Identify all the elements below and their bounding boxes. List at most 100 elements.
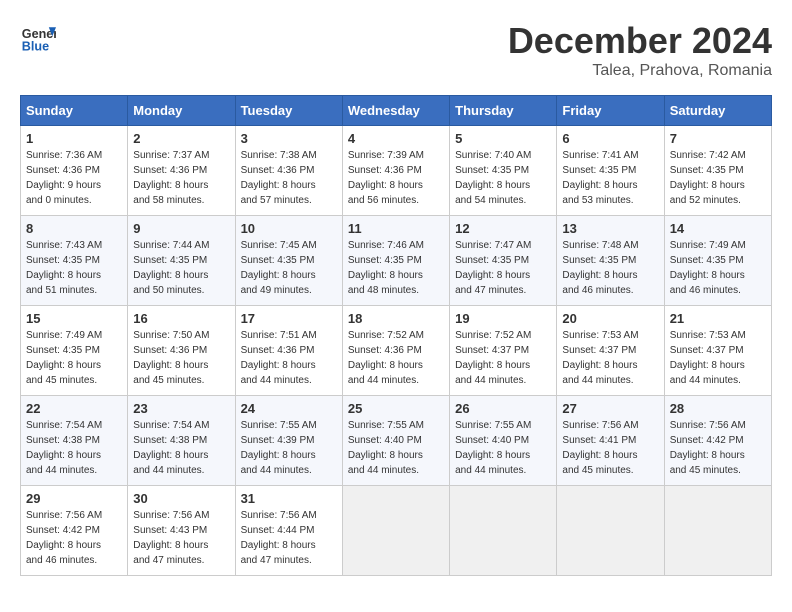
- calendar-week-row: 1Sunrise: 7:36 AM Sunset: 4:36 PM Daylig…: [21, 126, 772, 216]
- day-info: Sunrise: 7:50 AM Sunset: 4:36 PM Dayligh…: [133, 328, 229, 388]
- day-info: Sunrise: 7:48 AM Sunset: 4:35 PM Dayligh…: [562, 238, 658, 298]
- calendar-cell: [450, 486, 557, 576]
- header-saturday: Saturday: [664, 96, 771, 126]
- day-info: Sunrise: 7:49 AM Sunset: 4:35 PM Dayligh…: [670, 238, 766, 298]
- calendar-cell: 4 Sunrise: 7:39 AM Sunset: 4:36 PM Daylig…: [342, 126, 449, 216]
- day-info: Sunrise: 7:56 AM Sunset: 4:42 PM Dayligh…: [670, 418, 766, 478]
- header-wednesday: Wednesday: [342, 96, 449, 126]
- day-number: 10: [241, 221, 337, 236]
- day-number: 4: [348, 131, 444, 146]
- day-number: 29: [26, 491, 122, 506]
- day-number: 14: [670, 221, 766, 236]
- day-info: Sunrise: 7:56 AM Sunset: 4:44 PM Dayligh…: [241, 508, 337, 568]
- day-number: 18: [348, 311, 444, 326]
- day-number: 19: [455, 311, 551, 326]
- day-info: Sunrise: 7:56 AM Sunset: 4:41 PM Dayligh…: [562, 418, 658, 478]
- day-info: Sunrise: 7:56 AM Sunset: 4:42 PM Dayligh…: [26, 508, 122, 568]
- calendar-cell: 22Sunrise: 7:54 AM Sunset: 4:38 PM Dayli…: [21, 396, 128, 486]
- logo-icon: General Blue: [20, 20, 56, 56]
- calendar-cell: 14 Sunrise: 7:49 AM Sunset: 4:35 PM Dayli…: [664, 216, 771, 306]
- day-info: Sunrise: 7:45 AM Sunset: 4:35 PM Dayligh…: [241, 238, 337, 298]
- title-block: December 2024 Talea, Prahova, Romania: [508, 20, 772, 80]
- day-info: Sunrise: 7:40 AM Sunset: 4:35 PM Dayligh…: [455, 148, 551, 208]
- calendar-cell: 19 Sunrise: 7:52 AM Sunset: 4:37 PM Dayli…: [450, 306, 557, 396]
- day-number: 7: [670, 131, 766, 146]
- calendar-cell: 16Sunrise: 7:50 AM Sunset: 4:36 PM Dayli…: [128, 306, 235, 396]
- calendar-cell: [342, 486, 449, 576]
- calendar-cell: 15 Sunrise: 7:49 AM Sunset: 4:35 PM Dayli…: [21, 306, 128, 396]
- calendar-cell: 18 Sunrise: 7:52 AM Sunset: 4:36 PM Dayli…: [342, 306, 449, 396]
- calendar-cell: 31 Sunrise: 7:56 AM Sunset: 4:44 PM Dayli…: [235, 486, 342, 576]
- calendar-cell: 30 Sunrise: 7:56 AM Sunset: 4:43 PM Dayli…: [128, 486, 235, 576]
- day-info: Sunrise: 7:56 AM Sunset: 4:43 PM Dayligh…: [133, 508, 229, 568]
- calendar-cell: 27 Sunrise: 7:56 AM Sunset: 4:41 PM Dayli…: [557, 396, 664, 486]
- svg-text:Blue: Blue: [22, 40, 49, 54]
- calendar-cell: [664, 486, 771, 576]
- calendar-cell: 3 Sunrise: 7:38 AM Sunset: 4:36 PM Daylig…: [235, 126, 342, 216]
- day-number: 13: [562, 221, 658, 236]
- calendar-cell: 5 Sunrise: 7:40 AM Sunset: 4:35 PM Daylig…: [450, 126, 557, 216]
- calendar-cell: [557, 486, 664, 576]
- header-tuesday: Tuesday: [235, 96, 342, 126]
- calendar-week-row: 8Sunrise: 7:43 AM Sunset: 4:35 PM Daylig…: [21, 216, 772, 306]
- month-title: December 2024: [508, 20, 772, 62]
- calendar-cell: 6 Sunrise: 7:41 AM Sunset: 4:35 PM Daylig…: [557, 126, 664, 216]
- location-subtitle: Talea, Prahova, Romania: [508, 62, 772, 80]
- calendar-cell: 29 Sunrise: 7:56 AM Sunset: 4:42 PM Dayli…: [21, 486, 128, 576]
- calendar-cell: 1Sunrise: 7:36 AM Sunset: 4:36 PM Daylig…: [21, 126, 128, 216]
- day-number: 30: [133, 491, 229, 506]
- day-info: Sunrise: 7:43 AM Sunset: 4:35 PM Dayligh…: [26, 238, 122, 298]
- calendar-cell: 25 Sunrise: 7:55 AM Sunset: 4:40 PM Dayli…: [342, 396, 449, 486]
- day-info: Sunrise: 7:55 AM Sunset: 4:40 PM Dayligh…: [348, 418, 444, 478]
- calendar-cell: 8Sunrise: 7:43 AM Sunset: 4:35 PM Daylig…: [21, 216, 128, 306]
- header-sunday: Sunday: [21, 96, 128, 126]
- day-info: Sunrise: 7:53 AM Sunset: 4:37 PM Dayligh…: [670, 328, 766, 388]
- day-number: 23: [133, 401, 229, 416]
- day-number: 12: [455, 221, 551, 236]
- day-info: Sunrise: 7:49 AM Sunset: 4:35 PM Dayligh…: [26, 328, 122, 388]
- day-info: Sunrise: 7:39 AM Sunset: 4:36 PM Dayligh…: [348, 148, 444, 208]
- day-number: 28: [670, 401, 766, 416]
- day-number: 2: [133, 131, 229, 146]
- day-number: 21: [670, 311, 766, 326]
- calendar-cell: 10 Sunrise: 7:45 AM Sunset: 4:35 PM Dayli…: [235, 216, 342, 306]
- day-info: Sunrise: 7:47 AM Sunset: 4:35 PM Dayligh…: [455, 238, 551, 298]
- day-info: Sunrise: 7:42 AM Sunset: 4:35 PM Dayligh…: [670, 148, 766, 208]
- day-info: Sunrise: 7:44 AM Sunset: 4:35 PM Dayligh…: [133, 238, 229, 298]
- calendar-week-row: 15 Sunrise: 7:49 AM Sunset: 4:35 PM Dayli…: [21, 306, 772, 396]
- header-monday: Monday: [128, 96, 235, 126]
- calendar-cell: 13 Sunrise: 7:48 AM Sunset: 4:35 PM Dayli…: [557, 216, 664, 306]
- calendar-cell: 7 Sunrise: 7:42 AM Sunset: 4:35 PM Daylig…: [664, 126, 771, 216]
- day-info: Sunrise: 7:55 AM Sunset: 4:39 PM Dayligh…: [241, 418, 337, 478]
- calendar-cell: 23Sunrise: 7:54 AM Sunset: 4:38 PM Dayli…: [128, 396, 235, 486]
- day-number: 5: [455, 131, 551, 146]
- day-number: 25: [348, 401, 444, 416]
- header-friday: Friday: [557, 96, 664, 126]
- logo: General Blue: [20, 20, 56, 56]
- day-info: Sunrise: 7:52 AM Sunset: 4:36 PM Dayligh…: [348, 328, 444, 388]
- calendar-cell: 20Sunrise: 7:53 AM Sunset: 4:37 PM Dayli…: [557, 306, 664, 396]
- calendar-week-row: 29 Sunrise: 7:56 AM Sunset: 4:42 PM Dayli…: [21, 486, 772, 576]
- day-info: Sunrise: 7:36 AM Sunset: 4:36 PM Dayligh…: [26, 148, 122, 208]
- calendar-table: SundayMondayTuesdayWednesdayThursdayFrid…: [20, 95, 772, 576]
- day-number: 11: [348, 221, 444, 236]
- day-info: Sunrise: 7:38 AM Sunset: 4:36 PM Dayligh…: [241, 148, 337, 208]
- day-number: 17: [241, 311, 337, 326]
- calendar-cell: 26Sunrise: 7:55 AM Sunset: 4:40 PM Dayli…: [450, 396, 557, 486]
- day-number: 6: [562, 131, 658, 146]
- day-info: Sunrise: 7:53 AM Sunset: 4:37 PM Dayligh…: [562, 328, 658, 388]
- day-number: 26: [455, 401, 551, 416]
- day-number: 27: [562, 401, 658, 416]
- day-number: 15: [26, 311, 122, 326]
- day-info: Sunrise: 7:52 AM Sunset: 4:37 PM Dayligh…: [455, 328, 551, 388]
- day-info: Sunrise: 7:46 AM Sunset: 4:35 PM Dayligh…: [348, 238, 444, 298]
- calendar-cell: 24Sunrise: 7:55 AM Sunset: 4:39 PM Dayli…: [235, 396, 342, 486]
- header-thursday: Thursday: [450, 96, 557, 126]
- calendar-cell: 2 Sunrise: 7:37 AM Sunset: 4:36 PM Daylig…: [128, 126, 235, 216]
- day-info: Sunrise: 7:37 AM Sunset: 4:36 PM Dayligh…: [133, 148, 229, 208]
- day-number: 31: [241, 491, 337, 506]
- day-info: Sunrise: 7:41 AM Sunset: 4:35 PM Dayligh…: [562, 148, 658, 208]
- calendar-cell: 12 Sunrise: 7:47 AM Sunset: 4:35 PM Dayli…: [450, 216, 557, 306]
- day-number: 3: [241, 131, 337, 146]
- day-number: 9: [133, 221, 229, 236]
